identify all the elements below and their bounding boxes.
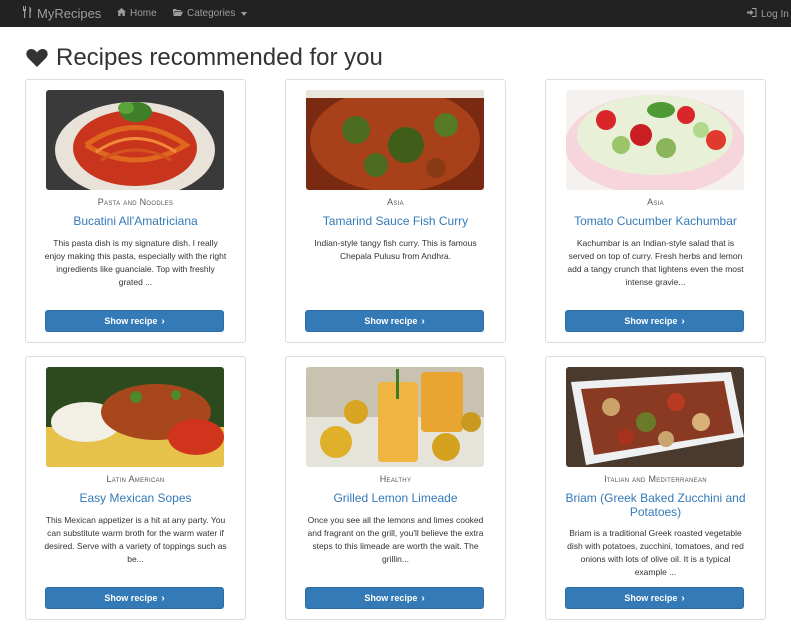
log-in-icon	[747, 8, 757, 20]
recipe-title-link[interactable]: Briam (Greek Baked Zucchini and Potatoes…	[556, 491, 755, 519]
brand-label: MyRecipes	[37, 6, 102, 21]
chevron-right-icon: ›	[421, 592, 425, 604]
recipe-title-link[interactable]: Grilled Lemon Limeade	[296, 491, 495, 505]
recipe-description: Once you see all the lemons and limes co…	[307, 515, 484, 564]
show-recipe-button[interactable]: Show recipe ›	[305, 310, 484, 332]
recipe-card: Pasta and Noodles Bucatini All'Amatricia…	[25, 79, 246, 343]
recipe-photo-briam[interactable]	[566, 367, 744, 467]
recipe-description: Indian-style tangy fish curry. This is f…	[314, 238, 477, 261]
show-recipe-button[interactable]: Show recipe ›	[565, 587, 744, 609]
nav-login-label: Log In	[761, 8, 789, 20]
recipe-title-link[interactable]: Tomato Cucumber Kachumbar	[556, 214, 755, 228]
chevron-right-icon: ›	[681, 592, 685, 604]
recipe-category: Asia	[647, 197, 664, 207]
recipe-description: This pasta dish is my signature dish. I …	[44, 238, 227, 287]
home-icon	[117, 8, 126, 19]
show-recipe-label: Show recipe	[364, 593, 418, 603]
heart-icon	[26, 48, 48, 68]
recipe-category: Healthy	[379, 474, 412, 484]
chevron-right-icon: ›	[421, 315, 425, 327]
recipe-card: Latin American Easy Mexican Sopes This M…	[25, 356, 246, 620]
recipe-description: Kachumbar is an Indian-style salad that …	[567, 238, 744, 287]
chevron-right-icon: ›	[681, 315, 685, 327]
chevron-down-icon	[241, 11, 248, 16]
brand-link[interactable]: MyRecipes	[22, 6, 101, 21]
show-recipe-label: Show recipe	[364, 316, 418, 326]
nav-categories-label: Categories	[187, 8, 236, 19]
chevron-right-icon: ›	[161, 315, 165, 327]
show-recipe-label: Show recipe	[104, 593, 158, 603]
nav-login-link[interactable]: Log In	[747, 8, 789, 20]
recipe-card: Italian and Mediterranean Briam (Greek B…	[545, 356, 766, 620]
show-recipe-button[interactable]: Show recipe ›	[565, 310, 744, 332]
recipe-photo-curry[interactable]	[306, 90, 484, 190]
chevron-right-icon: ›	[161, 592, 165, 604]
recipe-card: Asia Tomato Cucumber Kachumbar Kachumbar…	[545, 79, 766, 343]
recipe-category: Italian and Mediterranean	[604, 474, 707, 484]
recipe-category: Pasta and Noodles	[97, 197, 174, 207]
folder-open-icon	[173, 8, 183, 19]
page-title-text: Recipes recommended for you	[56, 44, 383, 71]
show-recipe-button[interactable]: Show recipe ›	[45, 310, 224, 332]
recipe-category: Asia	[387, 197, 404, 207]
recipe-title-link[interactable]: Tamarind Sauce Fish Curry	[296, 214, 495, 228]
recipe-description: Briam is a traditional Greek roasted veg…	[567, 528, 744, 577]
show-recipe-label: Show recipe	[624, 316, 678, 326]
recipe-photo-pasta[interactable]	[46, 90, 224, 190]
recipe-card: Healthy Grilled Lemon Limeade Once you s…	[285, 356, 506, 620]
recipe-title-link[interactable]: Easy Mexican Sopes	[36, 491, 235, 505]
page-title: Recipes recommended for you	[26, 44, 383, 72]
recipe-description: This Mexican appetizer is a hit at any p…	[44, 515, 227, 564]
recipe-title-link[interactable]: Bucatini All'Amatriciana	[36, 214, 235, 228]
show-recipe-button[interactable]: Show recipe ›	[305, 587, 484, 609]
recipe-photo-limeade[interactable]	[306, 367, 484, 467]
show-recipe-label: Show recipe	[104, 316, 158, 326]
top-navbar: MyRecipes Home Categories Log In	[0, 0, 791, 27]
show-recipe-label: Show recipe	[624, 593, 678, 603]
show-recipe-button[interactable]: Show recipe ›	[45, 587, 224, 609]
nav-home-label: Home	[130, 8, 157, 19]
recipe-card: Asia Tamarind Sauce Fish Curry Indian-st…	[285, 79, 506, 343]
cutlery-icon	[22, 6, 33, 21]
nav-home-link[interactable]: Home	[117, 8, 157, 19]
recipe-category: Latin American	[106, 474, 165, 484]
nav-categories-dropdown[interactable]: Categories	[173, 8, 248, 19]
recipe-photo-kachumbar[interactable]	[566, 90, 744, 190]
recipe-photo-sopes[interactable]	[46, 367, 224, 467]
